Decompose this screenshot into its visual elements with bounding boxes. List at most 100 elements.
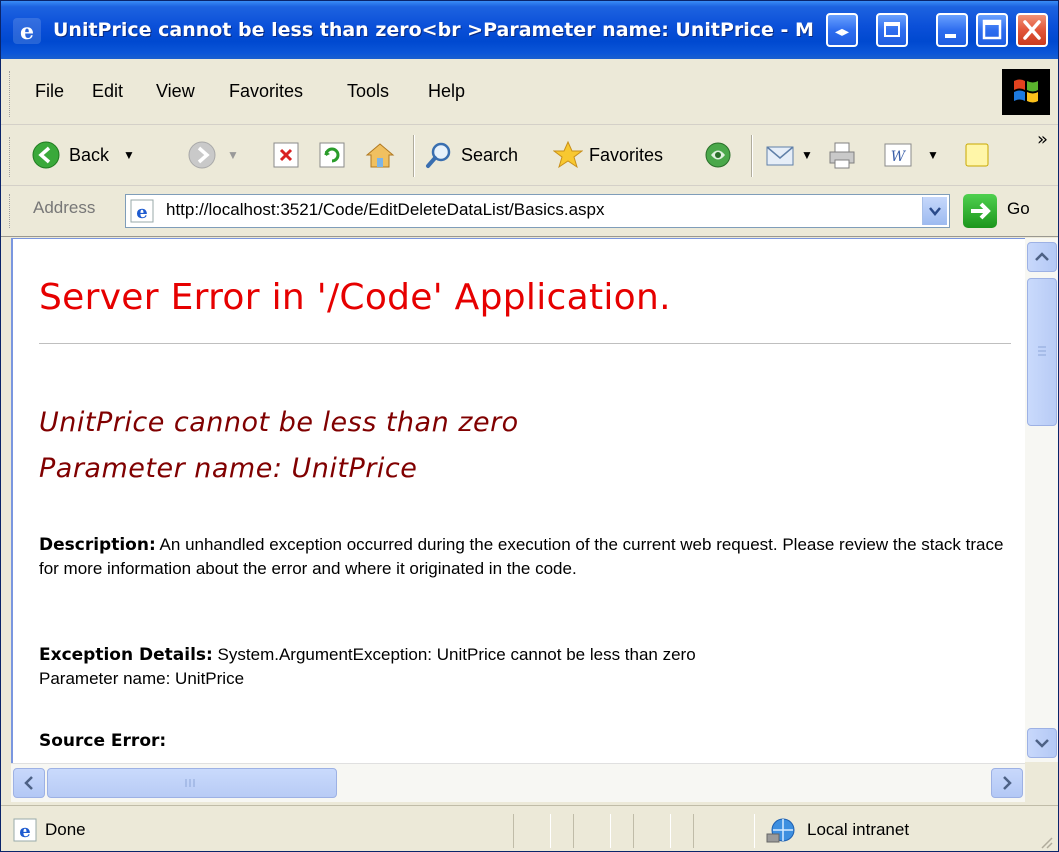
scroll-down-button[interactable] xyxy=(1027,728,1057,758)
toolbar-grip xyxy=(9,137,13,177)
source-error-paragraph: Source Error: xyxy=(39,729,1024,753)
print-button[interactable] xyxy=(827,125,857,185)
chevron-down-icon xyxy=(1035,739,1049,748)
stop-button[interactable] xyxy=(273,125,299,185)
menu-tools[interactable]: Tools xyxy=(347,81,389,102)
back-dropdown-icon[interactable]: ▼ xyxy=(123,148,135,162)
close-button[interactable] xyxy=(1016,13,1048,47)
back-label: Back xyxy=(69,144,110,165)
description-text: An unhandled exception occurred during t… xyxy=(39,535,1004,578)
home-icon xyxy=(365,143,395,168)
status-bar: e Done Local intranet xyxy=(1,805,1058,851)
minimize-button[interactable] xyxy=(936,13,968,47)
favorites-label: Favorites xyxy=(589,144,664,165)
back-button[interactable]: Back ▼ xyxy=(31,125,135,185)
close-icon xyxy=(1023,20,1041,40)
address-input[interactable]: e http://localhost:3521/Code/EditDeleteD… xyxy=(125,194,950,228)
toolbar-separator-2 xyxy=(751,135,753,177)
page-content: Server Error in '/Code' Application. Uni… xyxy=(11,238,1025,763)
star-icon xyxy=(553,140,583,169)
intranet-zone-icon xyxy=(766,818,795,843)
media-button[interactable] xyxy=(703,125,733,185)
grip-lines-icon xyxy=(185,779,195,787)
favorites-button[interactable]: Favorites xyxy=(553,125,663,185)
forward-dropdown-icon: ▼ xyxy=(227,148,239,162)
browser-window: e UnitPrice cannot be less than zero<br … xyxy=(0,0,1059,852)
tab-switch-button[interactable]: ◂▸ xyxy=(826,13,858,47)
go-button[interactable] xyxy=(963,194,997,228)
scroll-up-button[interactable] xyxy=(1027,242,1057,272)
arrows-icon: ◂▸ xyxy=(835,24,849,40)
home-button[interactable] xyxy=(365,125,395,185)
address-bar: Address e http://localhost:3521/Code/Edi… xyxy=(1,186,1058,237)
scroll-left-button[interactable] xyxy=(13,768,45,798)
windows-logo-icon xyxy=(1002,69,1050,115)
chevron-left-icon xyxy=(24,776,33,790)
horizontal-scrollbar[interactable] xyxy=(11,763,1025,802)
menu-file[interactable]: File xyxy=(35,81,64,102)
mail-button[interactable]: ▼ xyxy=(765,125,813,185)
search-icon xyxy=(426,142,451,168)
window-title: UnitPrice cannot be less than zero<br >P… xyxy=(53,19,813,41)
svg-text:e: e xyxy=(136,202,147,223)
back-arrow-icon xyxy=(32,141,60,169)
ie-logo-icon: e xyxy=(13,18,41,44)
refresh-button[interactable] xyxy=(319,125,345,185)
search-button[interactable]: Search xyxy=(425,125,518,185)
refresh-icon xyxy=(319,142,345,168)
chevron-down-icon xyxy=(929,207,941,216)
description-label: Description: xyxy=(39,535,156,555)
toolbar-separator xyxy=(413,135,415,177)
address-dropdown-button[interactable] xyxy=(922,197,947,225)
maximize-icon xyxy=(982,19,1002,40)
svg-text:W: W xyxy=(891,149,907,165)
address-url[interactable]: http://localhost:3521/Code/EditDeleteDat… xyxy=(166,200,604,220)
vertical-scroll-thumb[interactable] xyxy=(1027,278,1057,426)
error-message-line2: Parameter name: UnitPrice xyxy=(39,453,418,484)
mail-icon xyxy=(766,146,794,166)
svg-text:e: e xyxy=(20,19,34,44)
status-panel xyxy=(513,814,551,848)
source-error-label: Source Error: xyxy=(39,731,167,751)
go-label[interactable]: Go xyxy=(1007,199,1030,219)
menu-view[interactable]: View xyxy=(156,81,195,102)
fullscreen-button[interactable] xyxy=(876,13,908,47)
menu-help[interactable]: Help xyxy=(428,81,465,102)
page-done-icon: e xyxy=(13,818,37,842)
edit-word-button[interactable]: W ▼ xyxy=(883,125,939,185)
media-icon xyxy=(705,142,731,168)
minimize-icon xyxy=(945,34,956,38)
zone-label: Local intranet xyxy=(807,820,910,839)
exception-text-line2: Parameter name: UnitPrice xyxy=(39,669,245,688)
printer-icon xyxy=(829,142,855,169)
address-grip xyxy=(9,194,13,228)
title-bar[interactable]: e UnitPrice cannot be less than zero<br … xyxy=(1,1,1058,59)
stop-icon xyxy=(273,142,299,168)
mail-dropdown-icon[interactable]: ▼ xyxy=(801,148,813,162)
discuss-button[interactable] xyxy=(963,125,991,185)
scrollbar-corner xyxy=(1025,763,1058,801)
status-panel xyxy=(573,814,611,848)
scroll-right-button[interactable] xyxy=(991,768,1023,798)
search-label: Search xyxy=(461,144,519,165)
window-icon xyxy=(884,22,900,37)
error-message-line1: UnitPrice cannot be less than zero xyxy=(39,407,519,438)
menu-bar: File Edit View Favorites Tools Help xyxy=(1,59,1058,125)
menu-edit[interactable]: Edit xyxy=(92,81,123,102)
chevron-up-icon xyxy=(1035,252,1049,261)
horizontal-scroll-thumb[interactable] xyxy=(47,768,337,798)
exception-label: Exception Details: xyxy=(39,645,213,665)
description-paragraph: Description: An unhandled exception occu… xyxy=(39,533,1024,581)
word-icon: W xyxy=(884,143,912,167)
forward-button[interactable]: ▼ xyxy=(187,125,239,185)
vertical-scrollbar[interactable] xyxy=(1025,238,1058,762)
go-arrow-icon xyxy=(971,202,991,220)
edit-dropdown-icon[interactable]: ▼ xyxy=(927,148,939,162)
menu-favorites[interactable]: Favorites xyxy=(229,81,303,102)
note-icon xyxy=(965,143,989,167)
maximize-button[interactable] xyxy=(976,13,1008,47)
resize-grip-icon[interactable] xyxy=(1038,834,1054,850)
chevron-right-icon xyxy=(1003,776,1012,790)
toolbar-overflow-icon[interactable]: » xyxy=(1037,129,1048,150)
standard-toolbar: Back ▼ ▼ Search Favorites ▼ W ▼ » xyxy=(1,125,1058,186)
